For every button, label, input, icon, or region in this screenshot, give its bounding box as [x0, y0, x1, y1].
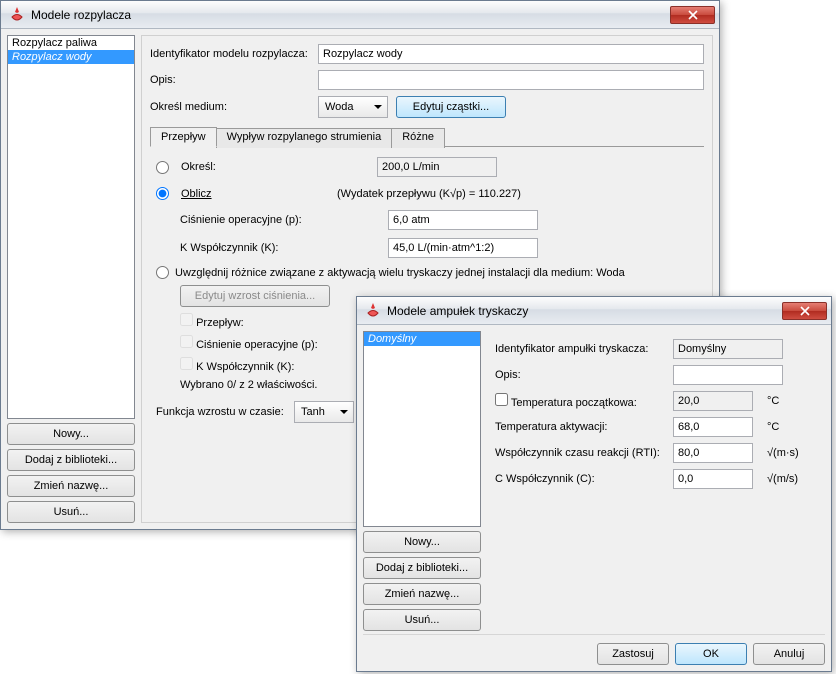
k-label: K Współczynnik (K): — [180, 242, 380, 254]
radio-calc-label: Oblicz — [181, 188, 261, 200]
calc-note: (Wydatek przepływu (K√p) = 110.227) — [337, 188, 521, 200]
cb-flow-label: Przepływ: — [196, 317, 244, 329]
model-list[interactable]: Rozpylacz paliwa Rozpylacz wody — [7, 35, 135, 419]
id-input[interactable] — [318, 44, 704, 64]
tab-strip: Przepływ Wypływ rozpylanego strumienia R… — [150, 126, 704, 147]
c-unit: √(m/s) — [767, 473, 798, 485]
window-title: Modele ampułek tryskaczy — [387, 304, 782, 318]
selection-summary: Wybrano 0/ z 2 właściwości. — [180, 379, 317, 391]
tstart-label: Temperatura początkowa: — [495, 393, 665, 409]
radio-multi[interactable] — [156, 266, 169, 279]
list-item[interactable]: Rozpylacz wody — [8, 50, 134, 64]
id-input[interactable] — [673, 339, 783, 359]
radio-specify-label: Określ: — [181, 161, 261, 173]
close-button[interactable] — [782, 302, 827, 320]
k-input[interactable] — [388, 238, 538, 258]
tab-spray-output[interactable]: Wypływ rozpylanego strumienia — [216, 128, 393, 148]
rti-input[interactable] — [673, 443, 753, 463]
id-label: Identyfikator ampułki tryskacza: — [495, 343, 665, 355]
rti-label: Współczynnik czasu reakcji (RTI): — [495, 447, 665, 459]
window-title: Modele rozpylacza — [31, 8, 670, 22]
radio-multi-label: Uwzględnij różnice związane z aktywacją … — [175, 267, 625, 279]
rti-unit: √(m·s) — [767, 447, 799, 459]
tab-misc[interactable]: Różne — [391, 128, 445, 148]
edit-pressure-rise-button: Edytuj wzrost ciśnienia... — [180, 285, 330, 307]
cb-flow — [180, 313, 193, 326]
delete-button[interactable]: Usuń... — [7, 501, 135, 523]
specify-value — [377, 157, 497, 177]
c-input[interactable] — [673, 469, 753, 489]
medium-combo[interactable]: Woda — [318, 96, 388, 118]
tab-flow[interactable]: Przepływ — [150, 127, 217, 147]
list-item[interactable]: Rozpylacz paliwa — [8, 36, 134, 50]
close-button[interactable] — [670, 6, 715, 24]
ok-button[interactable]: OK — [675, 643, 747, 665]
side-panel: Rozpylacz paliwa Rozpylacz wody Nowy... … — [7, 35, 135, 523]
tstart-checkbox[interactable] — [495, 393, 508, 406]
side-panel: Domyślny Nowy... Dodaj z biblioteki... Z… — [363, 331, 481, 631]
apply-button[interactable]: Zastosuj — [597, 643, 669, 665]
add-from-library-button[interactable]: Dodaj z biblioteki... — [363, 557, 481, 579]
edit-particles-button[interactable]: Edytuj cząstki... — [396, 96, 506, 118]
takt-input[interactable] — [673, 417, 753, 437]
medium-label: Określ medium: — [150, 101, 310, 113]
c-label: C Współczynnik (C): — [495, 473, 665, 485]
app-icon — [365, 303, 381, 319]
link-models-dialog: Modele ampułek tryskaczy Domyślny Nowy..… — [356, 296, 832, 672]
model-list[interactable]: Domyślny — [363, 331, 481, 527]
new-button[interactable]: Nowy... — [363, 531, 481, 553]
cb-k — [180, 357, 193, 370]
main-panel: Identyfikator ampułki tryskacza: Opis: T… — [487, 331, 825, 631]
opis-input[interactable] — [318, 70, 704, 90]
opis-label: Opis: — [150, 74, 310, 86]
tstart-input — [673, 391, 753, 411]
cb-k-label: K Współczynnik (K): — [196, 361, 294, 373]
cb-pressure-label: Ciśnienie operacyjne (p): — [196, 339, 318, 351]
time-func-label: Funkcja wzrostu w czasie: — [156, 406, 286, 418]
takt-label: Temperatura aktywacji: — [495, 421, 665, 433]
dialog-buttons: Zastosuj OK Anuluj — [363, 634, 825, 665]
cb-pressure — [180, 335, 193, 348]
opis-input[interactable] — [673, 365, 783, 385]
opis-label: Opis: — [495, 369, 665, 381]
rename-button[interactable]: Zmień nazwę... — [7, 475, 135, 497]
titlebar[interactable]: Modele rozpylacza — [1, 1, 719, 29]
takt-unit: °C — [767, 421, 779, 433]
radio-calc[interactable] — [156, 187, 169, 200]
add-from-library-button[interactable]: Dodaj z biblioteki... — [7, 449, 135, 471]
pressure-input[interactable] — [388, 210, 538, 230]
list-item[interactable]: Domyślny — [364, 332, 480, 346]
id-label: Identyfikator modelu rozpylacza: — [150, 48, 310, 60]
radio-specify[interactable] — [156, 161, 169, 174]
app-icon — [9, 7, 25, 23]
cancel-button[interactable]: Anuluj — [753, 643, 825, 665]
rename-button[interactable]: Zmień nazwę... — [363, 583, 481, 605]
pressure-label: Ciśnienie operacyjne (p): — [180, 214, 380, 226]
tstart-unit: °C — [767, 395, 779, 407]
titlebar[interactable]: Modele ampułek tryskaczy — [357, 297, 831, 325]
delete-button[interactable]: Usuń... — [363, 609, 481, 631]
new-button[interactable]: Nowy... — [7, 423, 135, 445]
time-func-combo[interactable]: Tanh — [294, 401, 354, 423]
